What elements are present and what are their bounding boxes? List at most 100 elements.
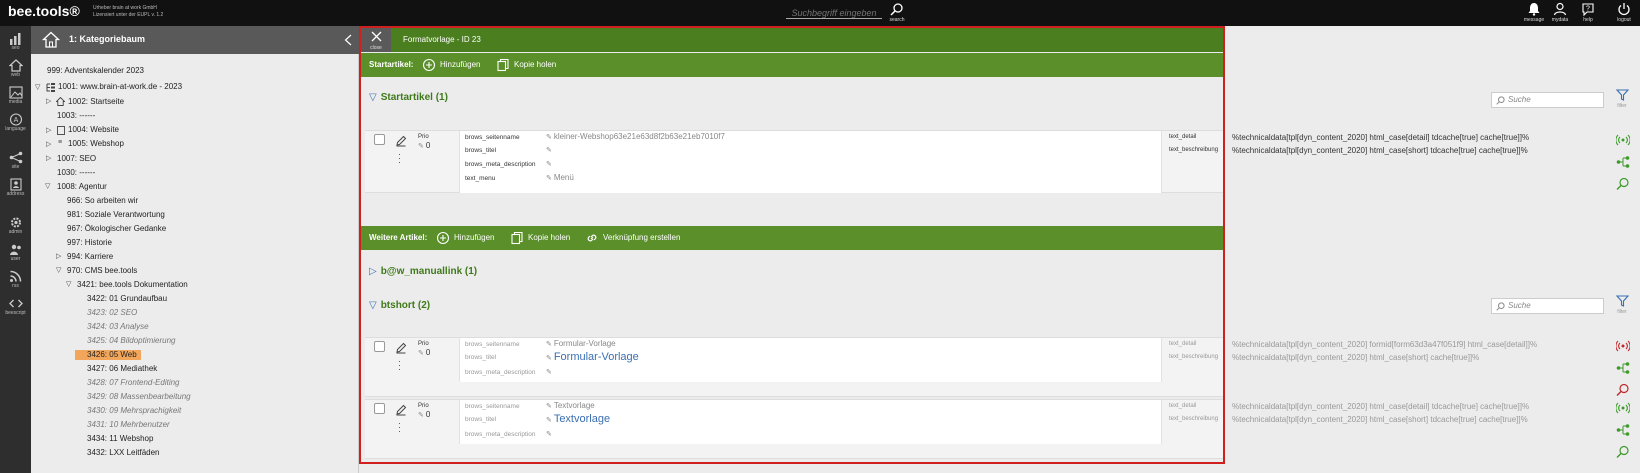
tree-node[interactable]: 3424: 03 Analyse [87, 322, 149, 332]
home-icon[interactable] [42, 31, 60, 49]
tree-node[interactable]: 3423: 02 SEO [87, 308, 137, 318]
edit-icon[interactable] [395, 135, 407, 147]
tree-node[interactable]: 3432: LXX Leitfäden [87, 448, 160, 458]
chevron-left-icon[interactable] [344, 34, 352, 46]
tree-node[interactable]: 3431: 10 Mehrbenutzer [87, 420, 170, 430]
field-value-meta[interactable]: ✎ [546, 367, 552, 376]
select-checkbox[interactable] [374, 403, 385, 414]
chevron-right-icon[interactable]: ▷ [46, 154, 51, 162]
chevron-down-icon[interactable]: ▽ [45, 182, 50, 190]
search-icon[interactable] [1616, 445, 1630, 458]
plus-circle-icon[interactable] [436, 231, 450, 245]
tree-node[interactable]: 3422: 01 Grundaufbau [87, 294, 167, 304]
right-field-value[interactable]: %technicaldata[tpl[dyn_content_2020] htm… [1232, 402, 1529, 411]
rail-item-user[interactable]: user [0, 241, 31, 265]
tree-node[interactable]: 1007: SEO [57, 154, 96, 164]
copy-icon[interactable] [496, 58, 510, 72]
filter-button[interactable]: filter [1611, 295, 1633, 315]
right-field-value[interactable]: %technicaldata[tpl[dyn_content_2020] htm… [1232, 146, 1528, 155]
section-btshort-heading[interactable]: ▽ btshort (2) [369, 300, 430, 311]
tree-node[interactable]: 970: CMS bee.tools [67, 266, 137, 276]
prio-field[interactable]: ✎ 0 [418, 141, 430, 150]
field-value-seitenname[interactable]: ✎ kleiner-Webshop63e21e63d8f2b63e21eb701… [546, 132, 725, 141]
create-link-button[interactable]: Verknüpfung erstellen [603, 233, 680, 242]
tree-node[interactable]: 994: Karriere [67, 252, 113, 262]
more-menu-icon[interactable]: · · · [398, 357, 401, 374]
field-value-menu[interactable]: ✎ Menü [546, 173, 574, 182]
search-icon[interactable] [1616, 383, 1630, 396]
broadcast-icon[interactable] [1616, 134, 1630, 146]
select-checkbox[interactable] [374, 341, 385, 352]
right-field-value[interactable]: %technicaldata[tpl[dyn_content_2020] htm… [1232, 353, 1479, 362]
right-field-value[interactable]: %technicaldata[tpl[dyn_content_2020] htm… [1232, 133, 1529, 142]
tree-node[interactable]: 3421: bee.tools Dokumentation [77, 280, 188, 290]
chevron-down-icon[interactable]: ▽ [66, 280, 71, 288]
rail-item-rss[interactable]: rss [0, 268, 31, 292]
prio-field[interactable]: ✎ 0 [418, 348, 430, 357]
rail-item-beescript[interactable]: beescript [0, 295, 31, 319]
chevron-down-icon[interactable]: ▽ [35, 83, 40, 91]
message-button[interactable]: message [1521, 2, 1547, 24]
chevron-right-icon[interactable]: ▷ [46, 126, 51, 134]
global-search-input[interactable] [786, 7, 882, 19]
prio-field[interactable]: ✎ 0 [418, 410, 430, 419]
broadcast-icon[interactable] [1616, 340, 1630, 352]
filter-button[interactable]: filter [1611, 89, 1633, 109]
field-value-meta[interactable]: ✎ [546, 429, 552, 438]
tree-node[interactable]: 1030: ------ [57, 168, 95, 178]
tree-node[interactable]: 1001: www.brain-at-work.de - 2023 [58, 82, 182, 92]
search-icon[interactable] [1616, 177, 1630, 190]
broadcast-icon[interactable] [1616, 402, 1630, 414]
tree-node[interactable]: 3429: 08 Massenbearbeitung [87, 392, 191, 402]
add-button[interactable]: Hinzufügen [454, 233, 494, 242]
select-checkbox[interactable] [374, 134, 385, 145]
right-field-value[interactable]: %technicaldata[tpl[dyn_content_2020] for… [1232, 340, 1537, 349]
right-field-value[interactable]: %technicaldata[tpl[dyn_content_2020] htm… [1232, 415, 1528, 424]
edit-icon[interactable] [395, 342, 407, 354]
tree-node[interactable]: 3434: 11 Webshop [87, 434, 153, 444]
tree-node[interactable]: 3427: 06 Mediathek [87, 364, 157, 374]
add-button[interactable]: Hinzufügen [440, 60, 480, 69]
plus-circle-icon[interactable] [422, 58, 436, 72]
field-value-titel[interactable]: ✎ Formular-Vorlage [546, 351, 639, 363]
more-menu-icon[interactable]: · · · [398, 150, 401, 167]
tree-node[interactable]: 3428: 07 Frontend-Editing [87, 378, 180, 388]
tree-node[interactable]: 1008: Agentur [57, 182, 107, 192]
tree-node[interactable]: 1005: Webshop [68, 139, 124, 149]
tree-node[interactable]: 1002: Startseite [68, 97, 124, 107]
tree-node[interactable]: 999: Adventskalender 2023 [47, 66, 144, 76]
search-input[interactable]: Suche [1491, 298, 1604, 314]
field-value-seitenname[interactable]: ✎ Formular-Vorlage [546, 339, 616, 348]
tree-node[interactable]: 3430: 09 Mehrsprachigkeit [87, 406, 181, 416]
link-icon[interactable] [585, 231, 599, 245]
share-tree-icon[interactable] [1616, 156, 1630, 168]
rail-item-media[interactable]: media [0, 84, 31, 108]
global-search-button[interactable]: search [884, 2, 910, 24]
edit-icon[interactable] [395, 404, 407, 416]
field-value-titel[interactable]: ✎ Textvorlage [546, 413, 610, 425]
search-input[interactable]: Suche [1491, 92, 1604, 108]
tree-node[interactable]: 3425: 04 Bildoptimierung [87, 336, 176, 346]
field-value-seitenname[interactable]: ✎ Textvorlage [546, 401, 595, 410]
brand-logo[interactable]: bee.tools® [8, 3, 80, 19]
field-value-titel[interactable]: ✎ [546, 145, 552, 154]
chevron-right-icon[interactable]: ▷ [46, 97, 51, 105]
copy-icon[interactable] [510, 231, 524, 245]
mydata-button[interactable]: mydata [1547, 2, 1573, 24]
chevron-right-icon[interactable]: ▷ [56, 252, 61, 260]
more-menu-icon[interactable]: · · · [398, 419, 401, 436]
rail-item-language[interactable]: A language [0, 111, 31, 135]
section-manuallink-heading[interactable]: ▷ b@w_manuallink (1) [369, 266, 477, 277]
chevron-down-icon[interactable]: ▽ [56, 266, 61, 274]
rail-item-seo[interactable]: seo [0, 30, 31, 54]
help-button[interactable]: ? help [1575, 2, 1601, 24]
copy-button[interactable]: Kopie holen [528, 233, 570, 242]
share-tree-icon[interactable] [1616, 424, 1630, 436]
rail-item-address[interactable]: address [0, 176, 31, 200]
rail-item-site[interactable]: site [0, 149, 31, 173]
copy-button[interactable]: Kopie holen [514, 60, 556, 69]
tree-node[interactable]: 1003: ------ [57, 111, 95, 121]
section-start-heading[interactable]: ▽ Startartikel (1) [369, 92, 448, 103]
tree-node[interactable]: 967: Ökologischer Gedanke [67, 224, 166, 234]
tree-node[interactable]: 1004: Website [68, 125, 119, 135]
